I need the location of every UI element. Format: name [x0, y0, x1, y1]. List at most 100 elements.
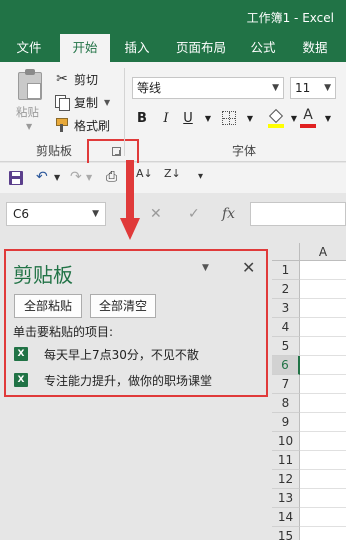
- window-title: 工作簿1 - Excel: [246, 11, 334, 25]
- row-header[interactable]: 10: [272, 432, 300, 451]
- chevron-down-icon[interactable]: ▼: [198, 109, 218, 129]
- clipboard-item[interactable]: X 专注能力提升，做你的职场课堂: [14, 370, 212, 390]
- tab-formulas[interactable]: 公式: [240, 34, 286, 62]
- excel-icon: X: [14, 373, 28, 387]
- row-header[interactable]: 14: [272, 508, 300, 527]
- underline-button[interactable]: U: [178, 109, 198, 129]
- grid-cell[interactable]: [300, 394, 346, 413]
- row-header[interactable]: 15: [272, 527, 300, 540]
- grid-cell[interactable]: [300, 470, 346, 489]
- font-color-button[interactable]: A: [300, 107, 316, 129]
- copy-icon: [54, 94, 70, 111]
- fill-color-button[interactable]: [268, 108, 284, 128]
- cut-button[interactable]: ✂ 剪切: [54, 70, 98, 88]
- paint-bucket-icon: [268, 108, 284, 124]
- clipboard-group-label: 剪贴板: [36, 144, 73, 158]
- row-header-selected[interactable]: 6: [272, 356, 300, 375]
- format-painter-button[interactable]: 格式刷: [54, 116, 110, 134]
- row-header[interactable]: 11: [272, 451, 300, 470]
- row-header[interactable]: 5: [272, 337, 300, 356]
- paste-label: 粘贴: [16, 105, 39, 119]
- clipboard-item-text: 专注能力提升，做你的职场课堂: [44, 373, 213, 388]
- chevron-down-icon[interactable]: ▼: [86, 173, 92, 182]
- copy-button[interactable]: 复制 ▼: [54, 93, 110, 111]
- chevron-down-icon[interactable]: ▼: [26, 122, 32, 131]
- row-header[interactable]: 8: [272, 394, 300, 413]
- enter-icon[interactable]: ✓: [188, 206, 200, 222]
- grid-cell[interactable]: [300, 527, 346, 540]
- grid-cell[interactable]: [300, 432, 346, 451]
- grid-cell[interactable]: [300, 489, 346, 508]
- annotation-arrow-head: [120, 218, 140, 240]
- clipboard-icon: [18, 69, 42, 100]
- grid-cell[interactable]: [300, 261, 346, 280]
- sort-ascending-icon[interactable]: A↓: [136, 167, 153, 180]
- grid-cell[interactable]: [300, 337, 346, 356]
- customize-toolbar-icon[interactable]: ▾: [198, 171, 203, 182]
- tab-file[interactable]: 文件: [2, 34, 56, 62]
- column-header-a[interactable]: A: [300, 243, 346, 261]
- grid-cell[interactable]: [300, 280, 346, 299]
- formula-input[interactable]: [250, 202, 346, 226]
- grid-cell[interactable]: [300, 375, 346, 394]
- font-group-label: 字体: [232, 144, 257, 158]
- grid-cell[interactable]: [300, 508, 346, 527]
- sort-descending-icon[interactable]: Z↓: [164, 167, 181, 180]
- close-icon[interactable]: ✕: [242, 258, 255, 277]
- name-box[interactable]: C6 ▼: [6, 202, 106, 226]
- font-color-swatch: [300, 124, 316, 128]
- grid-cell[interactable]: [300, 356, 346, 375]
- clipboard-item[interactable]: X 每天早上7点30分，不见不散: [14, 344, 199, 364]
- clear-all-button[interactable]: 全部清空: [90, 294, 156, 318]
- clipboard-dialog-launcher-icon[interactable]: [112, 147, 121, 156]
- pane-options-chevron-icon[interactable]: ▼: [202, 263, 209, 273]
- print-preview-icon[interactable]: ⎙: [106, 169, 117, 185]
- group-divider: [124, 68, 125, 156]
- quick-access-toolbar: ↶ ▼ ↷ ▼ ⎙ A↓ Z↓ ▾: [0, 163, 346, 193]
- grid-cell[interactable]: [300, 318, 346, 337]
- ribbon: 粘贴 ▼ ✂ 剪切 复制 ▼ 格式刷 剪贴板 等线 ▼ 11 ▼ B I U ▼…: [0, 62, 346, 165]
- select-all-corner[interactable]: [272, 243, 300, 261]
- paste-all-button[interactable]: 全部粘贴: [14, 294, 82, 318]
- format-painter-label: 格式刷: [74, 118, 111, 133]
- cancel-icon[interactable]: ✕: [150, 206, 162, 222]
- borders-icon[interactable]: [222, 111, 236, 125]
- tab-insert[interactable]: 插入: [112, 34, 162, 62]
- chevron-down-icon: ▼: [92, 209, 99, 219]
- chevron-down-icon: ▼: [324, 83, 331, 93]
- undo-icon[interactable]: ↶: [36, 169, 48, 185]
- annotation-arrow: [126, 160, 134, 220]
- save-icon[interactable]: [9, 171, 23, 185]
- paintbrush-icon: [54, 117, 70, 133]
- row-header[interactable]: 3: [272, 299, 300, 318]
- grid-cell[interactable]: [300, 451, 346, 470]
- chevron-down-icon[interactable]: ▼: [240, 109, 260, 129]
- font-size-select[interactable]: 11 ▼: [290, 77, 336, 99]
- row-header[interactable]: 13: [272, 489, 300, 508]
- tab-page-layout[interactable]: 页面布局: [166, 34, 236, 62]
- copy-label: 复制: [74, 95, 99, 110]
- tab-home[interactable]: 开始: [60, 34, 110, 62]
- italic-button[interactable]: I: [156, 109, 176, 129]
- pane-title: 剪贴板: [13, 263, 73, 287]
- tab-data[interactable]: 数据: [292, 34, 338, 62]
- chevron-down-icon[interactable]: ▼: [54, 173, 60, 182]
- grid-cell[interactable]: [300, 299, 346, 318]
- row-headers: 1 2 3 4 5 6 7 8 9 10 11 12 13 14 15: [272, 261, 300, 540]
- font-name-select[interactable]: 等线 ▼: [132, 77, 284, 99]
- grid-cell[interactable]: [300, 413, 346, 432]
- fill-color-swatch: [268, 124, 284, 128]
- row-header[interactable]: 4: [272, 318, 300, 337]
- chevron-down-icon[interactable]: ▼: [104, 98, 110, 107]
- excel-icon: X: [14, 347, 28, 361]
- redo-icon[interactable]: ↷: [70, 169, 82, 185]
- chevron-down-icon[interactable]: ▼: [318, 109, 338, 129]
- row-header[interactable]: 12: [272, 470, 300, 489]
- row-header[interactable]: 2: [272, 280, 300, 299]
- column-header-row: A: [272, 243, 346, 261]
- bold-button[interactable]: B: [132, 109, 152, 129]
- row-header[interactable]: 7: [272, 375, 300, 394]
- insert-function-icon[interactable]: fx: [222, 206, 235, 222]
- row-header[interactable]: 1: [272, 261, 300, 280]
- row-header[interactable]: 9: [272, 413, 300, 432]
